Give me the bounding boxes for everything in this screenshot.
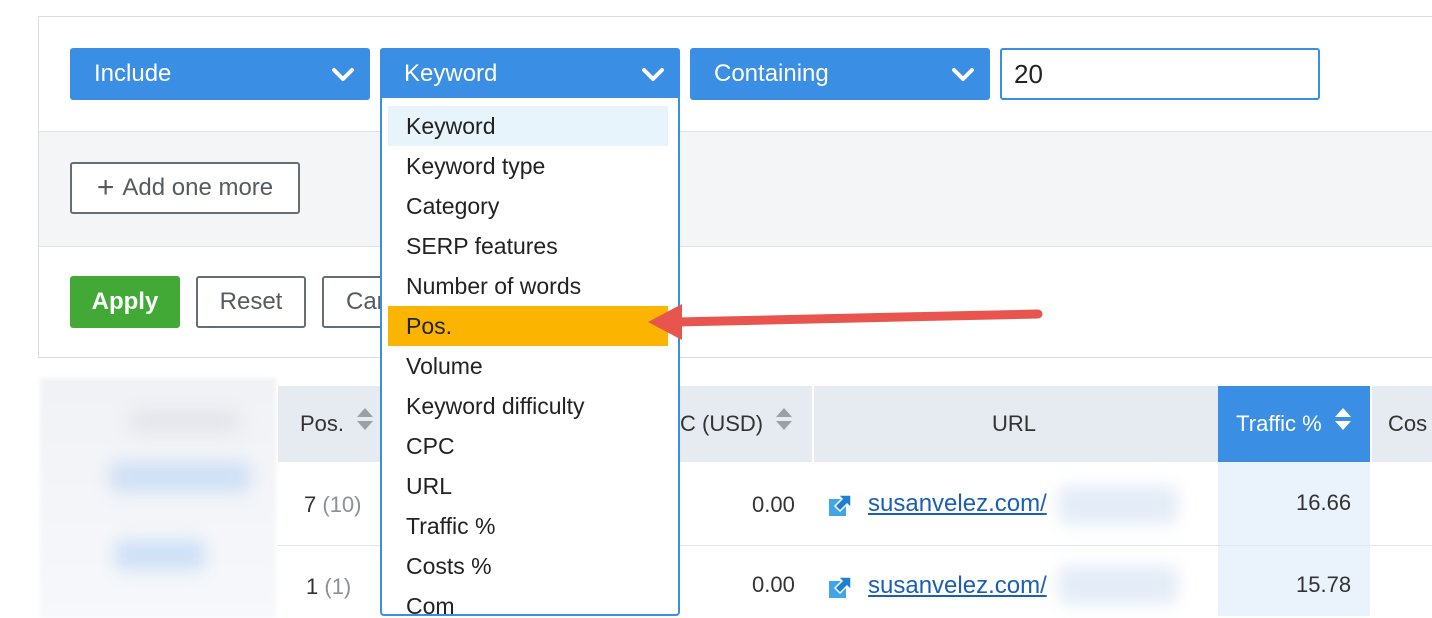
header-cpc[interactable]: C (USD) <box>680 386 793 462</box>
menu-item-number-of-words[interactable]: Number of words <box>388 266 668 306</box>
header-traffic[interactable]: Traffic % <box>1218 386 1370 462</box>
chevron-down-icon <box>330 48 356 119</box>
header-url: URL <box>992 411 1037 436</box>
pos-value: 1 <box>306 574 319 599</box>
row-1-url-link[interactable]: susanvelez.com/ <box>868 490 1047 518</box>
external-link-icon[interactable] <box>828 576 852 605</box>
menu-item-cpc[interactable]: CPC <box>388 426 668 466</box>
reset-button[interactable]: Reset <box>196 276 306 328</box>
chevron-down-icon <box>950 48 976 119</box>
filter-value-input[interactable] <box>1000 48 1320 100</box>
include-dropdown-label: Include <box>94 60 172 87</box>
pos-value: 7 <box>304 492 317 517</box>
plus-icon: + <box>96 171 115 204</box>
annotation-arrow <box>648 304 1043 340</box>
sort-icon <box>775 387 793 463</box>
header-pos[interactable]: Pos. <box>300 386 374 462</box>
column-separator <box>812 386 814 462</box>
field-dropdown-menu: Keyword Keyword type Category SERP featu… <box>380 98 680 616</box>
menu-item-serp-features[interactable]: SERP features <box>388 226 668 266</box>
row-1-traffic: 16.66 <box>1296 490 1352 515</box>
header-pos-label: Pos. <box>300 411 345 436</box>
menu-item-costs[interactable]: Costs % <box>388 546 668 586</box>
include-dropdown[interactable]: Include <box>70 48 370 100</box>
menu-item-category[interactable]: Category <box>388 186 668 226</box>
row-2-cpc: 0.00 <box>752 572 795 597</box>
blurred-keyword-text <box>110 462 250 492</box>
sort-icon <box>356 387 374 463</box>
menu-item-volume[interactable]: Volume <box>388 346 668 386</box>
row-2-pos: 1 (1) <box>306 574 351 600</box>
condition-dropdown-label: Containing <box>714 60 829 87</box>
blurred-url-tail <box>1058 566 1178 604</box>
menu-item-com[interactable]: Com <box>388 586 668 614</box>
row-2-url-link[interactable]: susanvelez.com/ <box>868 572 1047 600</box>
external-link-icon[interactable] <box>828 494 852 523</box>
menu-item-traffic[interactable]: Traffic % <box>388 506 668 546</box>
add-one-more-label: Add one more <box>122 174 274 201</box>
menu-item-pos[interactable]: Pos. <box>388 306 668 346</box>
condition-dropdown[interactable]: Containing <box>690 48 990 100</box>
row-1-pos: 7 (10) <box>304 492 362 518</box>
field-dropdown-label: Keyword <box>404 60 498 87</box>
prev-pos-value: (10) <box>322 492 362 517</box>
field-dropdown[interactable]: Keyword <box>380 48 680 100</box>
blurred-keyword-text <box>115 540 205 570</box>
blurred-header-text <box>130 410 240 432</box>
header-traffic-label: Traffic % <box>1236 411 1322 436</box>
menu-item-keyword[interactable]: Keyword <box>388 106 668 146</box>
prev-pos-value: (1) <box>324 574 352 599</box>
row-1-cpc: 0.00 <box>752 492 795 517</box>
menu-item-keyword-difficulty[interactable]: Keyword difficulty <box>388 386 668 426</box>
column-separator <box>1370 386 1372 462</box>
add-one-more-button[interactable]: + Add one more <box>70 162 300 214</box>
menu-item-keyword-type[interactable]: Keyword type <box>388 146 668 186</box>
sort-icon <box>1334 387 1352 463</box>
blurred-url-tail <box>1058 486 1178 524</box>
menu-item-url[interactable]: URL <box>388 466 668 506</box>
apply-button[interactable]: Apply <box>70 276 180 328</box>
header-costs[interactable]: Cos <box>1388 386 1427 462</box>
row-2-traffic: 15.78 <box>1296 572 1352 597</box>
header-cpc-label: C (USD) <box>680 411 764 436</box>
